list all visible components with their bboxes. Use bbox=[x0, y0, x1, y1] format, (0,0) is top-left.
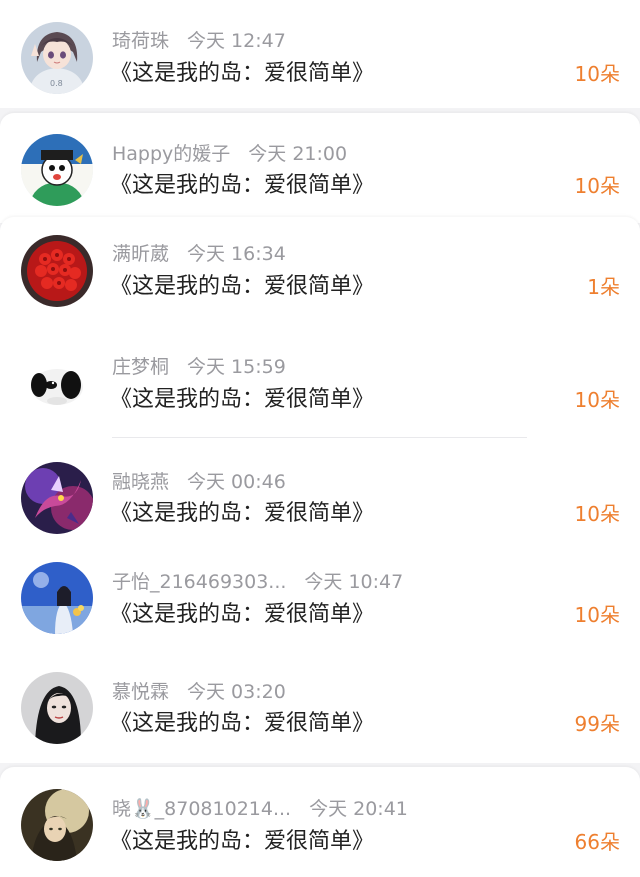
sender-name: 子怡_216469303... bbox=[112, 571, 287, 593]
sender-meta: 融晓燕 今天 00:46 bbox=[112, 471, 286, 493]
flower-count: 66朵 bbox=[574, 830, 620, 854]
flower-count: 99朵 bbox=[574, 712, 620, 736]
svg-text:0.8: 0.8 bbox=[50, 79, 63, 88]
list-item[interactable]: 慕悦霖 今天 03:20 《这是我的岛：爱很简单》 99朵 bbox=[0, 657, 640, 763]
gift-time: 今天 15:59 bbox=[187, 356, 286, 378]
book-title: 《这是我的岛：爱很简单》 bbox=[110, 829, 375, 854]
sender-meta: 晓🐰_870810214... 今天 20:41 bbox=[112, 798, 408, 820]
flower-count: 10朵 bbox=[574, 62, 620, 86]
list-item[interactable]: Happy的媛子 今天 21:00 《这是我的岛：爱很简单》 10朵 bbox=[0, 113, 640, 223]
book-title: 《这是我的岛：爱很简单》 bbox=[110, 602, 375, 627]
book-title: 《这是我的岛：爱很简单》 bbox=[110, 61, 375, 86]
book-title: 《这是我的岛：爱很简单》 bbox=[110, 173, 375, 198]
book-title: 《这是我的岛：爱很简单》 bbox=[110, 274, 375, 299]
sender-meta: 庄梦桐 今天 15:59 bbox=[112, 356, 286, 378]
gift-time: 今天 12:47 bbox=[187, 30, 286, 52]
list-item[interactable]: 融晓燕 今天 00:46 《这是我的岛：爱很简单》 10朵 bbox=[0, 441, 640, 549]
sender-name: 晓🐰_870810214... bbox=[112, 798, 292, 820]
woman-portrait-avatar[interactable] bbox=[21, 672, 93, 744]
gift-time: 今天 03:20 bbox=[187, 681, 286, 703]
list-item[interactable]: 子怡_216469303... 今天 10:47 《这是我的岛：爱很简单》 10朵 bbox=[0, 549, 640, 657]
anime-girl-avatar[interactable]: 0.8 bbox=[21, 22, 93, 94]
list-item[interactable]: 晓🐰_870810214... 今天 20:41 《这是我的岛：爱很简单》 66朵 bbox=[0, 767, 640, 877]
red-roses-avatar[interactable] bbox=[21, 235, 93, 307]
sender-name: Happy的媛子 bbox=[112, 143, 231, 165]
book-title: 《这是我的岛：爱很简单》 bbox=[110, 387, 375, 412]
flower-count: 10朵 bbox=[574, 388, 620, 412]
book-title: 《这是我的岛：爱很简单》 bbox=[110, 501, 375, 526]
panda-avatar[interactable] bbox=[21, 349, 93, 421]
gift-time: 今天 20:41 bbox=[309, 798, 408, 820]
gift-time: 今天 16:34 bbox=[187, 243, 286, 265]
flower-gift-list: 0.8 琦荷珠 今天 12:47 《这是我的岛：爱很简单》 10朵 Happy的… bbox=[0, 0, 640, 877]
book-title: 《这是我的岛：爱很简单》 bbox=[110, 711, 375, 736]
flower-count: 10朵 bbox=[574, 603, 620, 627]
sender-name: 慕悦霖 bbox=[112, 681, 170, 703]
sender-meta: 子怡_216469303... 今天 10:47 bbox=[112, 571, 403, 593]
sender-name: 满昕葳 bbox=[112, 243, 170, 265]
gift-time: 今天 00:46 bbox=[187, 471, 286, 493]
girl-with-flowers-avatar[interactable] bbox=[21, 562, 93, 634]
sunlit-portrait-avatar[interactable] bbox=[21, 789, 93, 861]
sender-meta: 慕悦霖 今天 03:20 bbox=[112, 681, 286, 703]
flower-count: 10朵 bbox=[574, 502, 620, 526]
sender-meta: Happy的媛子 今天 21:00 bbox=[112, 143, 347, 165]
sender-meta: 琦荷珠 今天 12:47 bbox=[112, 30, 286, 52]
gift-time: 今天 10:47 bbox=[304, 571, 404, 593]
sender-name: 琦荷珠 bbox=[112, 30, 170, 52]
sender-name: 庄梦桐 bbox=[112, 356, 170, 378]
gift-time: 今天 21:00 bbox=[248, 143, 348, 165]
sender-meta: 满昕葳 今天 16:34 bbox=[112, 243, 286, 265]
flower-count: 10朵 bbox=[574, 174, 620, 198]
flower-count: 1朵 bbox=[587, 275, 620, 299]
cartoon-character-avatar[interactable] bbox=[21, 134, 93, 206]
list-item[interactable]: 0.8 琦荷珠 今天 12:47 《这是我的岛：爱很简单》 10朵 bbox=[0, 0, 640, 108]
row-divider bbox=[112, 437, 527, 438]
list-item[interactable]: 庄梦桐 今天 15:59 《这是我的岛：爱很简单》 10朵 bbox=[0, 327, 640, 441]
list-item[interactable]: 满昕葳 今天 16:34 《这是我的岛：爱很简单》 1朵 bbox=[0, 217, 640, 327]
sender-name: 融晓燕 bbox=[112, 471, 170, 493]
dragon-art-avatar[interactable] bbox=[21, 462, 93, 534]
